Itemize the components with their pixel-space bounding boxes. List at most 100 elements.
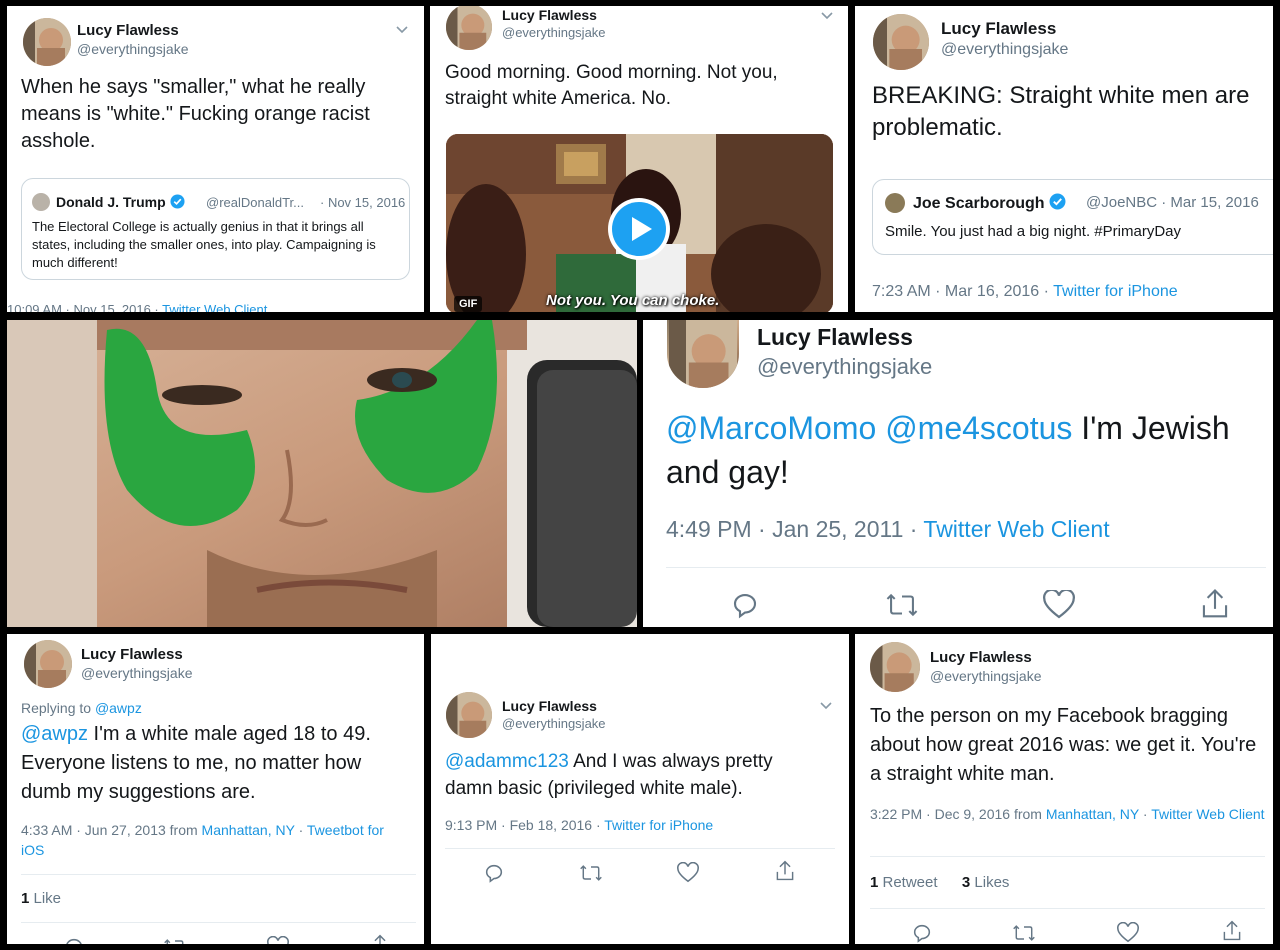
like-icon[interactable] — [1117, 922, 1139, 944]
mention-link[interactable]: @adammc123 — [445, 751, 569, 772]
retweet-count[interactable]: 1 Retweet — [870, 874, 938, 891]
share-icon[interactable] — [774, 860, 796, 882]
chevron-down-icon[interactable] — [820, 8, 834, 26]
divider — [21, 874, 416, 875]
mention-link[interactable]: @awpz — [21, 723, 88, 745]
author-name[interactable]: Lucy Flawless — [77, 22, 179, 39]
meta-location-link[interactable]: Manhattan, NY — [202, 822, 295, 838]
author-name[interactable]: Lucy Flawless — [502, 7, 597, 23]
meta-source-link[interactable]: Twitter for iPhone — [1053, 283, 1178, 300]
tweet-text: Good morning. Good morning. Not you, str… — [445, 62, 778, 109]
avatar[interactable] — [870, 642, 920, 692]
reply-icon[interactable] — [911, 922, 933, 944]
author-name[interactable]: Lucy Flawless — [930, 649, 1032, 666]
tweet-panel-1: Lucy Flawless @everythingsjake When he s… — [7, 6, 424, 312]
quoted-name-text: Joe Scarborough — [913, 195, 1045, 212]
quoted-tweet[interactable]: Donald J. Trump @realDonaldTr... · Nov 1… — [21, 178, 410, 280]
author-handle[interactable]: @everythingsjake — [502, 716, 606, 731]
retweet-icon[interactable] — [579, 862, 603, 884]
chevron-down-icon[interactable] — [819, 698, 833, 716]
meta-separator: · — [1139, 806, 1152, 822]
avatar[interactable] — [446, 692, 492, 738]
like-count[interactable]: 3 Likes — [962, 874, 1010, 891]
author-handle[interactable]: @everythingsjake — [941, 41, 1068, 59]
like-count[interactable]: 1 Like — [21, 890, 61, 907]
quoted-handle: @JoeNBC · Mar 15, 2016 — [1086, 194, 1259, 211]
retweet-icon[interactable] — [885, 590, 919, 620]
meta-separator: · — [294, 822, 307, 838]
author-handle[interactable]: @everythingsjake — [502, 25, 606, 40]
quoted-date: · Nov 15, 2016 — [320, 195, 406, 210]
gif-caption: Not you. You can choke. — [546, 292, 720, 309]
avatar[interactable] — [446, 6, 492, 50]
meta-source-link[interactable]: Twitter Web Client — [1151, 806, 1264, 822]
avatar[interactable] — [24, 640, 72, 688]
tweet-meta: 4:33 AM · Jun 27, 2013 from Manhattan, N… — [21, 820, 411, 860]
engagement-stats: 1 Retweet 3 Likes — [870, 874, 1009, 891]
tweet-meta: 3:22 PM · Dec 9, 2016 from Manhattan, NY… — [870, 804, 1270, 824]
divider — [870, 908, 1265, 909]
meta-source-link[interactable]: Twitter Web Client — [162, 302, 267, 312]
meta-time: 10:09 AM · Nov 15, 2016 · — [7, 302, 163, 312]
meta-location-link[interactable]: Manhattan, NY — [1046, 806, 1139, 822]
like-icon[interactable] — [677, 862, 699, 884]
avatar[interactable] — [23, 18, 71, 66]
author-name[interactable]: Lucy Flawless — [941, 19, 1056, 39]
author-name[interactable]: Lucy Flawless — [81, 646, 183, 663]
tweet-panel-2: Lucy Flawless @everythingsjake Good morn… — [430, 6, 848, 312]
mention-link[interactable]: @me4scotus — [885, 410, 1072, 446]
author-handle[interactable]: @everythingsjake — [77, 41, 189, 57]
author-handle[interactable]: @everythingsjake — [757, 354, 932, 380]
meta-time: 4:33 AM · Jun 27, 2013 from — [21, 822, 202, 838]
selfie-image — [7, 320, 637, 627]
reply-icon[interactable] — [730, 590, 760, 620]
retweet-icon[interactable] — [163, 936, 187, 944]
avatar[interactable] — [667, 320, 739, 388]
replying-to-link[interactable]: @awpz — [95, 700, 142, 716]
avatar[interactable] — [873, 14, 929, 70]
author-handle[interactable]: @everythingsjake — [930, 668, 1042, 684]
mention-link[interactable]: @MarcoMomo — [666, 410, 876, 446]
tweet-panel-8: Lucy Flawless @everythingsjake To the pe… — [855, 634, 1273, 944]
quoted-name-text: Donald J. Trump — [56, 194, 166, 210]
like-count-label: Likes — [970, 874, 1010, 891]
gif-media[interactable]: GIF Not you. You can choke. — [446, 134, 833, 312]
tweet-meta: 7:23 AM · Mar 16, 2016 · Twitter for iPh… — [872, 283, 1178, 301]
like-count-number: 3 — [961, 874, 971, 891]
share-icon[interactable] — [1200, 588, 1230, 620]
author-name[interactable]: Lucy Flawless — [502, 698, 597, 714]
meta-source-link[interactable]: Twitter for iPhone — [604, 817, 713, 833]
quoted-text: Smile. You just had a big night. #Primar… — [885, 223, 1181, 240]
divider — [21, 922, 416, 923]
retweet-count-label: Retweet — [878, 874, 938, 891]
verified-icon — [1049, 193, 1066, 215]
play-icon[interactable] — [608, 198, 670, 260]
quoted-author-name: Joe Scarborough — [913, 193, 1066, 215]
tweet-meta: 9:13 PM · Feb 18, 2016 · Twitter for iPh… — [445, 817, 713, 833]
quoted-tweet[interactable]: Joe Scarborough @JoeNBC · Mar 15, 2016 S… — [872, 179, 1273, 255]
divider — [666, 567, 1266, 568]
like-icon[interactable] — [1043, 590, 1075, 620]
quoted-author-name: Donald J. Trump — [56, 194, 185, 212]
replying-to: Replying to @awpz — [21, 700, 142, 716]
author-handle[interactable]: @everythingsjake — [81, 665, 193, 681]
share-icon[interactable] — [369, 934, 391, 944]
divider — [870, 856, 1265, 857]
meta-time: 7:23 AM · Mar 16, 2016 · — [872, 283, 1054, 300]
tweet-panel-7: Lucy Flawless @everythingsjake @adammc12… — [431, 634, 849, 944]
tweet-meta: 4:49 PM · Jan 25, 2011 · Twitter Web Cli… — [666, 516, 1110, 543]
tweet-meta: 10:09 AM · Nov 15, 2016 · Twitter Web Cl… — [7, 302, 267, 312]
meta-source-link[interactable]: Twitter Web Client — [923, 516, 1109, 542]
reply-icon[interactable] — [483, 862, 505, 884]
retweet-icon[interactable] — [1012, 922, 1036, 944]
like-icon[interactable] — [267, 936, 289, 944]
share-icon[interactable] — [1221, 920, 1243, 942]
replying-to-label: Replying to — [21, 700, 95, 716]
tweet-text: @adammc123 And I was always pretty damn … — [445, 748, 825, 802]
meta-time: 3:22 PM · Dec 9, 2016 from — [870, 806, 1046, 822]
tweet-panel-6: Lucy Flawless @everythingsjake Replying … — [7, 634, 424, 944]
quoted-handle: @realDonaldTr... — [206, 195, 304, 210]
reply-icon[interactable] — [63, 936, 85, 944]
author-name[interactable]: Lucy Flawless — [757, 324, 913, 351]
chevron-down-icon[interactable] — [395, 22, 409, 40]
